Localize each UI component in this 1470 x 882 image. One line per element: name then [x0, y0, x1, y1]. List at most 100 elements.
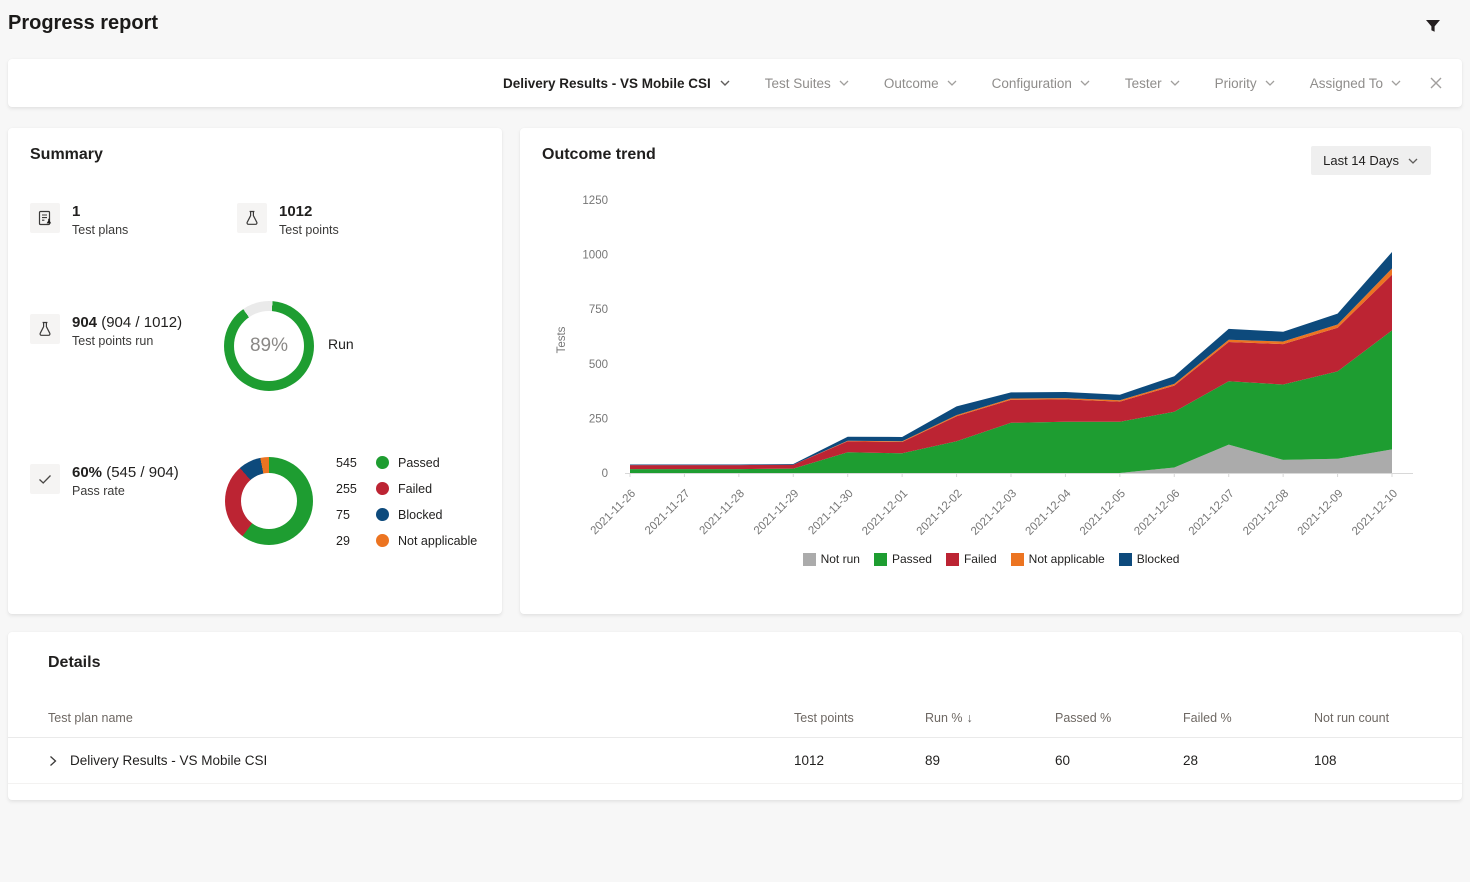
- x-tick-label: 2021-12-09: [1296, 488, 1346, 538]
- chevron-down-icon: [1079, 77, 1091, 89]
- chevron-down-icon: [1169, 77, 1181, 89]
- x-tick-label: 2021-11-27: [643, 488, 692, 537]
- x-tick-label: 2021-11-30: [806, 488, 855, 537]
- summary-card: Summary 1 Test plans 1012 Test points: [8, 128, 502, 614]
- test-plan-selector-label: Delivery Results - VS Mobile CSI: [503, 76, 711, 91]
- sort-descending-icon: ↓: [967, 711, 973, 725]
- x-tick-label: 2021-11-28: [697, 488, 746, 537]
- chevron-down-icon: [838, 77, 850, 89]
- x-tick-label: 2021-12-05: [1078, 488, 1128, 538]
- outcome-donut-legend: 545Passed 255Failed 75Blocked 29Not applica…: [336, 454, 477, 549]
- test-plan-name: Delivery Results - VS Mobile CSI: [70, 753, 267, 768]
- col-run-pct[interactable]: Run %↓: [925, 711, 1055, 725]
- legend-swatch: [1119, 553, 1132, 566]
- x-tick-label: 2021-12-02: [915, 488, 965, 538]
- x-tick-label: 2021-12-10: [1350, 488, 1400, 538]
- clear-filters-icon[interactable]: [1428, 75, 1444, 91]
- stat-caption: Test points: [279, 223, 339, 237]
- page-header: Progress report: [0, 0, 1470, 52]
- donut-legend-row: 75Blocked: [336, 506, 477, 523]
- legend-item-passed: Passed: [874, 552, 932, 566]
- legend-swatch: [874, 553, 887, 566]
- filter-bar: Delivery Results - VS Mobile CSI Test Su…: [8, 59, 1462, 107]
- stat-pass-rate: 60% (545 / 904) Pass rate: [30, 464, 179, 498]
- legend-dot: [376, 508, 389, 521]
- col-test-points[interactable]: Test points: [794, 711, 925, 725]
- x-tick-label: 2021-12-03: [969, 488, 1019, 538]
- expand-chevron-icon[interactable]: [48, 755, 58, 767]
- progress-report-page: Progress report Delivery Results - VS Mo…: [0, 0, 1470, 882]
- legend-swatch: [1011, 553, 1024, 566]
- page-title: Progress report: [8, 12, 158, 35]
- test-plan-selector[interactable]: Delivery Results - VS Mobile CSI: [503, 76, 731, 91]
- filter-dropdown-assigned-to[interactable]: Assigned To: [1310, 76, 1402, 91]
- x-tick-label: 2021-12-08: [1241, 488, 1291, 538]
- check-icon: [30, 464, 60, 494]
- x-tick-label: 2021-12-06: [1132, 488, 1182, 538]
- x-tick-label: 2021-11-26: [589, 488, 638, 537]
- y-tick-label: 500: [589, 359, 608, 371]
- beaker-icon: [30, 314, 60, 344]
- stat-test-points: 1012 Test points: [237, 203, 339, 237]
- filter-dropdown-outcome[interactable]: Outcome: [884, 76, 958, 91]
- stat-caption: Test points run: [72, 334, 182, 348]
- outcome-trend-legend: Not run Passed Failed Not applicable Blocked: [520, 552, 1462, 566]
- col-not-run-count[interactable]: Not run count: [1314, 711, 1462, 725]
- legend-swatch: [946, 553, 959, 566]
- table-row[interactable]: Delivery Results - VS Mobile CSI 1012 89…: [8, 738, 1462, 784]
- x-tick-label: 2021-11-29: [752, 488, 801, 537]
- details-title: Details: [48, 654, 100, 672]
- legend-swatch: [803, 553, 816, 566]
- chevron-down-icon: [719, 77, 731, 89]
- y-tick-label: 1000: [582, 250, 608, 262]
- col-test-plan-name[interactable]: Test plan name: [48, 711, 794, 725]
- stat-test-plans: 1 Test plans: [30, 203, 128, 237]
- y-axis-title: Tests: [556, 326, 568, 353]
- donut-legend-row: 29Not applicable: [336, 532, 477, 549]
- test-plan-icon: [30, 203, 60, 233]
- beaker-icon: [237, 203, 267, 233]
- col-passed-pct[interactable]: Passed %: [1055, 711, 1183, 725]
- filter-dropdown-test-suites[interactable]: Test Suites: [765, 76, 850, 91]
- stat-test-points-run: 904 (904 / 1012) Test points run: [30, 314, 182, 348]
- legend-item-not-applicable: Not applicable: [1011, 552, 1105, 566]
- cell-not-run-count: 108: [1314, 753, 1462, 768]
- y-tick-label: 0: [602, 468, 608, 480]
- chevron-down-icon: [1264, 77, 1276, 89]
- outcome-trend-chart: 025050075010001250Tests2021-11-262021-11…: [520, 128, 1462, 548]
- filter-dropdown-tester[interactable]: Tester: [1125, 76, 1181, 91]
- stat-caption: Pass rate: [72, 484, 179, 498]
- run-percent-label: 89%: [224, 301, 314, 391]
- x-tick-label: 2021-12-07: [1187, 488, 1237, 538]
- run-caption: Run: [328, 336, 354, 352]
- filter-items: Delivery Results - VS Mobile CSI Test Su…: [503, 76, 1402, 91]
- stat-caption: Test plans: [72, 223, 128, 237]
- x-tick-label: 2021-12-04: [1023, 487, 1074, 538]
- outcome-trend-card: Outcome trend Last 14 Days 0250500750100…: [520, 128, 1462, 614]
- donut-legend-row: 255Failed: [336, 480, 477, 497]
- x-tick-label: 2021-12-01: [860, 488, 910, 538]
- outcome-donut: [225, 457, 313, 545]
- cell-test-points: 1012: [794, 753, 925, 768]
- cell-failed-pct: 28: [1183, 753, 1314, 768]
- legend-item-blocked: Blocked: [1119, 552, 1180, 566]
- filter-funnel-icon[interactable]: [1422, 15, 1444, 37]
- details-card: Details Test plan name Test points Run %…: [8, 632, 1462, 800]
- legend-dot: [376, 482, 389, 495]
- details-table-header: Test plan name Test points Run %↓ Passed…: [8, 698, 1462, 738]
- y-tick-label: 750: [589, 304, 608, 316]
- donut-legend-row: 545Passed: [336, 454, 477, 471]
- legend-dot: [376, 456, 389, 469]
- cell-passed-pct: 60: [1055, 753, 1183, 768]
- summary-title: Summary: [30, 146, 103, 164]
- legend-dot: [376, 534, 389, 547]
- filter-dropdown-configuration[interactable]: Configuration: [992, 76, 1091, 91]
- legend-item-failed: Failed: [946, 552, 997, 566]
- col-failed-pct[interactable]: Failed %: [1183, 711, 1314, 725]
- cell-run-pct: 89: [925, 753, 1055, 768]
- filter-dropdown-priority[interactable]: Priority: [1215, 76, 1276, 91]
- legend-item-not-run: Not run: [803, 552, 860, 566]
- chevron-down-icon: [946, 77, 958, 89]
- details-table: Test plan name Test points Run %↓ Passed…: [8, 698, 1462, 784]
- y-tick-label: 250: [589, 413, 608, 425]
